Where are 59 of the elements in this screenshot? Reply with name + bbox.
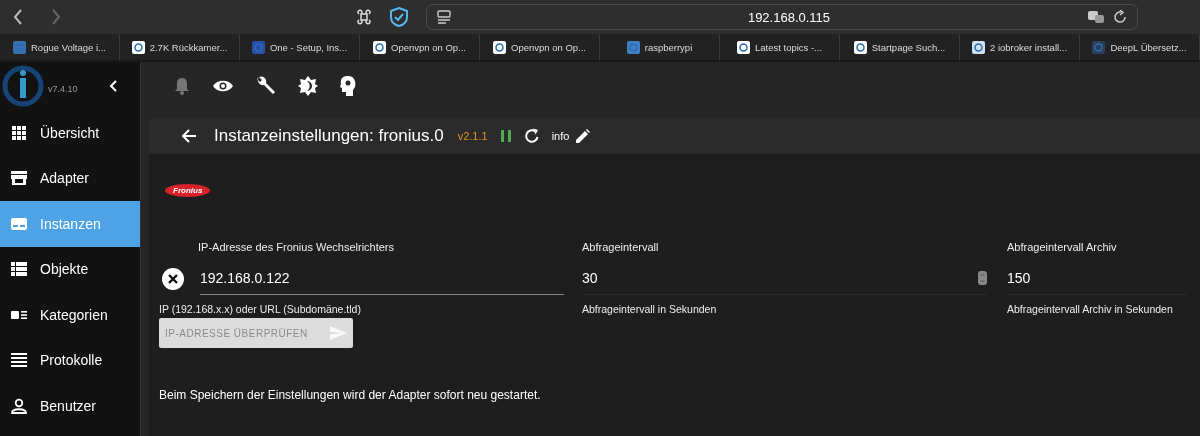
sidebar-item-icon xyxy=(10,215,28,232)
eye-icon[interactable] xyxy=(212,79,234,93)
fronius-logo: Fronius xyxy=(165,184,211,197)
favicon-icon xyxy=(493,40,506,54)
sidebar-item[interactable]: Adapter xyxy=(0,155,140,201)
pencil-icon[interactable] xyxy=(575,128,591,144)
sidebar-item-icon xyxy=(10,352,28,369)
command-icon[interactable] xyxy=(356,9,372,25)
sidebar-item[interactable]: Übersicht xyxy=(0,110,140,156)
sidebar-item-icon xyxy=(10,397,28,414)
bell-icon[interactable] xyxy=(174,77,190,95)
forward-icon[interactable] xyxy=(50,8,62,26)
favicon-icon xyxy=(626,40,640,54)
sidebar-item[interactable]: Objekte xyxy=(0,246,140,292)
version-label: v7.4.10 xyxy=(48,84,78,94)
input-field[interactable]: 192.168.0.122 xyxy=(200,262,564,295)
favicon-icon xyxy=(1092,40,1106,54)
sidebar-item[interactable]: Benutzer xyxy=(0,383,140,429)
input-field[interactable]: 30 xyxy=(582,262,987,295)
spinner-icon[interactable] xyxy=(978,271,987,285)
send-icon xyxy=(329,326,347,340)
reload-icon[interactable] xyxy=(1113,10,1127,24)
restart-note: Beim Speichern der Einstellungen wird der Adapter sofort neu gestartet. xyxy=(159,388,542,402)
helper-text: Abfrageintervall Archiv in Sekunden xyxy=(1007,303,1174,315)
field-label: IP-Adresse des Fronius Wechselrichters xyxy=(197,241,396,253)
wrench-icon[interactable] xyxy=(256,76,276,96)
shield-check-icon[interactable] xyxy=(390,7,408,27)
adapter-version: v2.1.1 xyxy=(457,130,488,142)
sidebar-item-icon xyxy=(10,124,28,141)
sidebar-item-icon xyxy=(10,170,28,187)
sidebar-item[interactable]: Kategorien xyxy=(0,292,140,338)
brightness-icon[interactable] xyxy=(298,76,318,96)
field-label: Abfrageintervall Archiv xyxy=(1007,241,1118,253)
pause-icon[interactable] xyxy=(499,129,512,143)
back-icon[interactable] xyxy=(12,8,24,26)
logo-icon xyxy=(2,65,44,107)
input-field[interactable]: 150 xyxy=(1007,262,1187,295)
favicon-icon xyxy=(251,40,265,54)
info-link[interactable]: info xyxy=(551,130,570,142)
head-icon[interactable] xyxy=(340,76,356,96)
sidebar-item-icon xyxy=(10,261,28,278)
helper-text: Abfrageintervall in Sekunden xyxy=(582,303,718,315)
address-bar[interactable]: 192.168.0.115 xyxy=(426,4,1138,30)
url-text: 192.168.0.115 xyxy=(746,9,832,25)
favicon-icon xyxy=(736,40,750,54)
translate-icon[interactable] xyxy=(1087,10,1105,24)
reader-icon[interactable] xyxy=(437,10,451,24)
collapse-icon[interactable] xyxy=(107,79,118,93)
page-title: Instanzeinstellungen: fronius.0 xyxy=(214,126,444,146)
favicon-icon xyxy=(13,40,26,54)
field-label: Abfrageintervall xyxy=(582,241,660,253)
favicon-icon xyxy=(971,40,985,54)
sidebar-item[interactable]: Protokolle xyxy=(0,337,140,383)
back-arrow-icon[interactable] xyxy=(181,128,197,144)
helper-text: IP (192.168.x.x) oder URL (Subdomäne.tld) xyxy=(159,303,362,315)
favicon-icon xyxy=(373,40,386,54)
clear-icon[interactable] xyxy=(161,266,185,291)
favicon-icon xyxy=(131,40,145,54)
favicon-icon xyxy=(853,40,867,54)
